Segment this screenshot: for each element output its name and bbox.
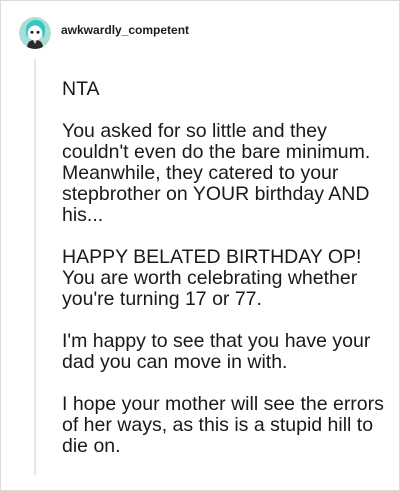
- comment-paragraph: NTA: [62, 78, 100, 100]
- comment-card: awkwardly_competent NTA You asked for so…: [0, 0, 400, 491]
- comment-paragraph: You asked for so little and they couldn'…: [62, 120, 371, 226]
- comment-paragraph: I hope your mother will see the errors o…: [62, 393, 384, 457]
- comment-paragraph: HAPPY BELATED BIRTHDAY OP! You are worth…: [62, 246, 362, 310]
- thread-line[interactable]: [34, 59, 36, 475]
- comment-paragraph: I'm happy to see that you have your dad …: [62, 330, 371, 373]
- comment-body: NTA You asked for so little and they cou…: [62, 79, 384, 457]
- comment-header: awkwardly_competent: [19, 15, 189, 51]
- user-avatar-icon[interactable]: [19, 17, 51, 49]
- comment-author[interactable]: awkwardly_competent: [61, 23, 189, 37]
